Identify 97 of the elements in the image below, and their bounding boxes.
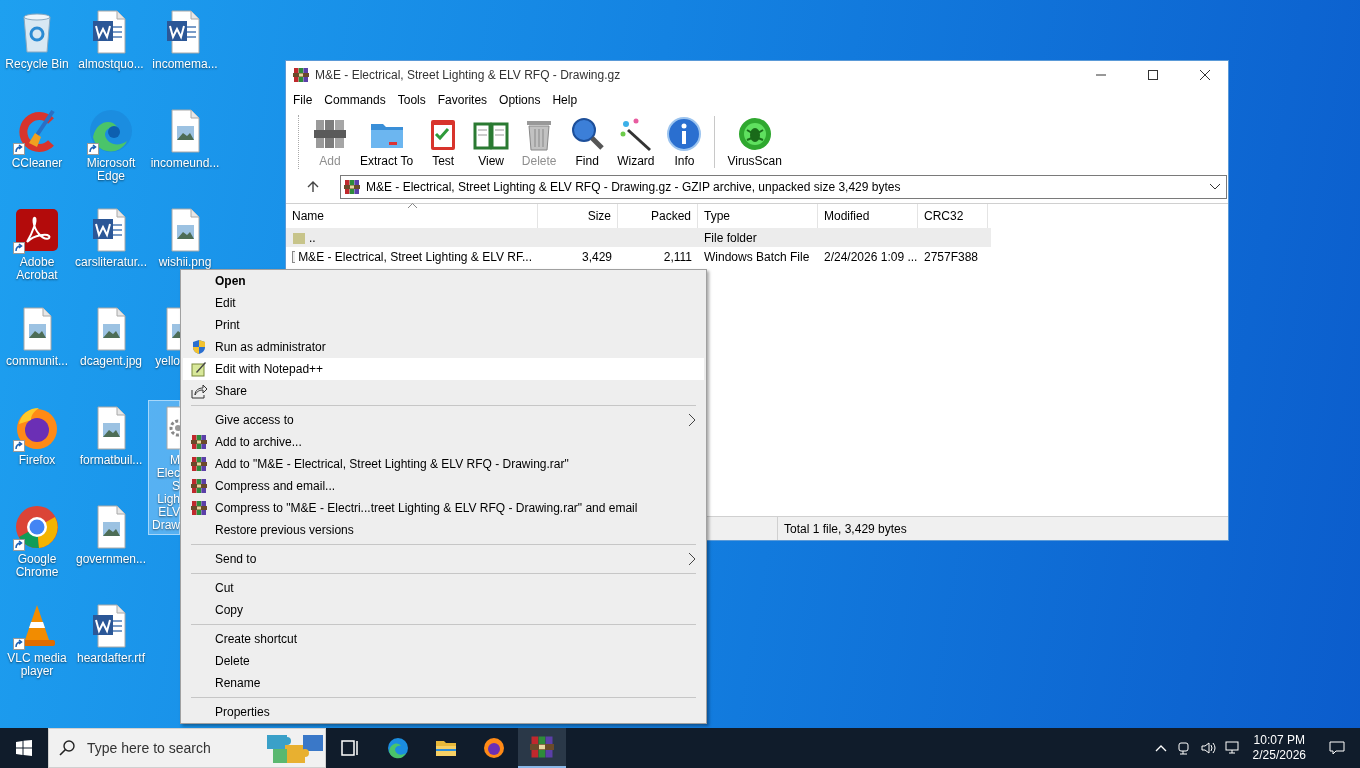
browser-icon[interactable] (386, 736, 410, 760)
menu-item[interactable]: Edit (183, 292, 704, 314)
maximize-icon[interactable] (1148, 70, 1158, 80)
menu-item[interactable]: Restore previous versions (183, 519, 704, 541)
icon-label: Google Chrome (14, 553, 60, 579)
table-cell: 2,111 (663, 249, 692, 264)
menu-item[interactable]: Share (183, 380, 704, 402)
file-row[interactable]: .. File folder (286, 228, 991, 247)
menu-item[interactable]: File (287, 91, 319, 109)
menu-item[interactable]: Options (493, 91, 547, 109)
menu-item[interactable]: Edit with Notepad++ (183, 358, 704, 380)
icon-label: heardafter.rtf (75, 652, 146, 665)
menu-item[interactable]: Tools (391, 91, 432, 109)
browser-icon (13, 503, 61, 551)
icon-label: CCleaner (10, 157, 64, 170)
menu-item[interactable]: Open (183, 270, 704, 292)
menu-item[interactable]: Run as administrator (183, 336, 704, 358)
menu-item[interactable]: Add to archive... (183, 431, 704, 453)
shield-icon (191, 339, 207, 355)
share-icon (191, 383, 207, 399)
icon-label: M Elec S Ligh ELV Draw (151, 454, 180, 532)
menu-item[interactable]: Rename (183, 672, 704, 694)
table-cell: 3,429 (581, 249, 612, 264)
toolbar-button[interactable]: VirusScan (721, 116, 788, 168)
icon-label: governmen... (75, 553, 147, 566)
address-field[interactable]: M&E - Electrical, Street Lighting & ELV RFQ - Drawing.gz - GZIP archive, unpacked size 3,429 bytes (340, 175, 1227, 199)
info-icon (666, 116, 703, 152)
clock[interactable]: 10:07 PM 2/25/2026 (1244, 733, 1314, 763)
menu-item[interactable]: Help (546, 91, 584, 109)
icon-label: wishii.png (157, 256, 213, 269)
menu-item[interactable]: Add to "M&E - Electrical, Street Lighting & ELV RFQ - Drawing.rar" (183, 453, 704, 475)
volume-icon[interactable] (1200, 741, 1217, 755)
up-arrow-icon[interactable] (307, 181, 319, 193)
app-icon (293, 67, 309, 83)
toolbar-button[interactable]: View (467, 116, 516, 168)
window-title: M&E - Electrical, Street Lighting & ELV RFQ - Drawing.gz (315, 68, 622, 82)
menu-item[interactable]: Favorites (431, 91, 494, 109)
icon-label: Microsoft Edge (85, 157, 137, 183)
camera-icon[interactable] (1177, 741, 1192, 755)
menu-item[interactable]: Give access to (183, 409, 704, 431)
folder-icon (292, 230, 306, 245)
icon-label: yello (154, 355, 180, 368)
close-icon[interactable] (1200, 70, 1210, 80)
search-icon (59, 740, 75, 756)
icon-label: carsliteratur... (75, 256, 147, 269)
books-icon (191, 434, 207, 450)
books-icon[interactable] (530, 735, 554, 759)
books-icon (191, 500, 207, 516)
toolbar-button[interactable]: Test (419, 116, 468, 168)
table-cell: 2/24/2026 1:09 ... (824, 249, 918, 264)
search-box[interactable]: Type here to search (48, 728, 326, 768)
icon-label: Firefox (17, 454, 57, 467)
icon-label: incomeund... (149, 157, 221, 170)
menu-item[interactable]: Send to (183, 548, 704, 570)
pdf-icon (13, 206, 61, 254)
books-icon (344, 179, 360, 195)
menu-item[interactable]: Copy (183, 599, 704, 621)
icon-label: formatbuil... (78, 454, 144, 467)
books-icon (191, 478, 207, 494)
icon-label: communit... (5, 355, 69, 368)
toolbar-button[interactable]: Find (563, 116, 612, 168)
network-icon[interactable] (1224, 741, 1241, 755)
table-cell: .. (309, 230, 316, 245)
file-row[interactable]: M&E - Electrical, Street Lighting & ELV RF... 3,429 2,111 Windows Batch File 2/24/2026 1:09 ... 2757F388 (286, 247, 991, 266)
toolbar-button[interactable]: Extract To (354, 116, 420, 168)
chevron-up-icon[interactable] (1154, 744, 1167, 752)
menu-item[interactable]: Cut (183, 577, 704, 599)
table-cell: Windows Batch File (704, 249, 810, 264)
bug-icon (736, 116, 773, 152)
menu-item[interactable]: Create shortcut (183, 628, 704, 650)
notification-icon[interactable] (1329, 740, 1345, 756)
menu-item[interactable]: Print (183, 314, 704, 336)
search-icon (569, 116, 606, 152)
table-cell: File folder (704, 230, 757, 245)
toolbar-button[interactable]: Info (660, 116, 709, 168)
table-cell: M&E - Electrical, Street Lighting & ELV RF... (298, 249, 532, 264)
icon-label: almostquo... (77, 58, 145, 71)
taskbar-app[interactable] (518, 728, 566, 768)
notepad-icon (191, 361, 207, 377)
icon-label: dcagent.jpg (78, 355, 144, 368)
toolbar-button[interactable]: Wizard (611, 116, 661, 168)
browser-icon (87, 107, 135, 155)
menu-item[interactable]: Properties (183, 701, 704, 723)
books-icon (191, 456, 207, 472)
status-text: Total 1 file, 3,429 bytes (783, 521, 907, 536)
icon-label: Recycle Bin (4, 58, 70, 71)
menu-item[interactable]: Commands (318, 91, 392, 109)
start-icon[interactable] (16, 740, 32, 756)
menu-item[interactable]: Compress to "M&E - Electri...treet Lighting & ELV RFQ - Drawing.rar" and email (183, 497, 704, 519)
table-cell: 2757F388 (924, 249, 979, 264)
menu-item[interactable]: Delete (183, 650, 704, 672)
icon-label: VLC media player (6, 652, 68, 678)
browser-icon[interactable] (482, 736, 506, 760)
menu-item[interactable]: Compress and email... (183, 475, 704, 497)
icon-label: Adobe Acrobat (15, 256, 59, 282)
search-field[interactable]: Type here to search (85, 739, 255, 757)
icon-label: incomema... (151, 58, 219, 71)
